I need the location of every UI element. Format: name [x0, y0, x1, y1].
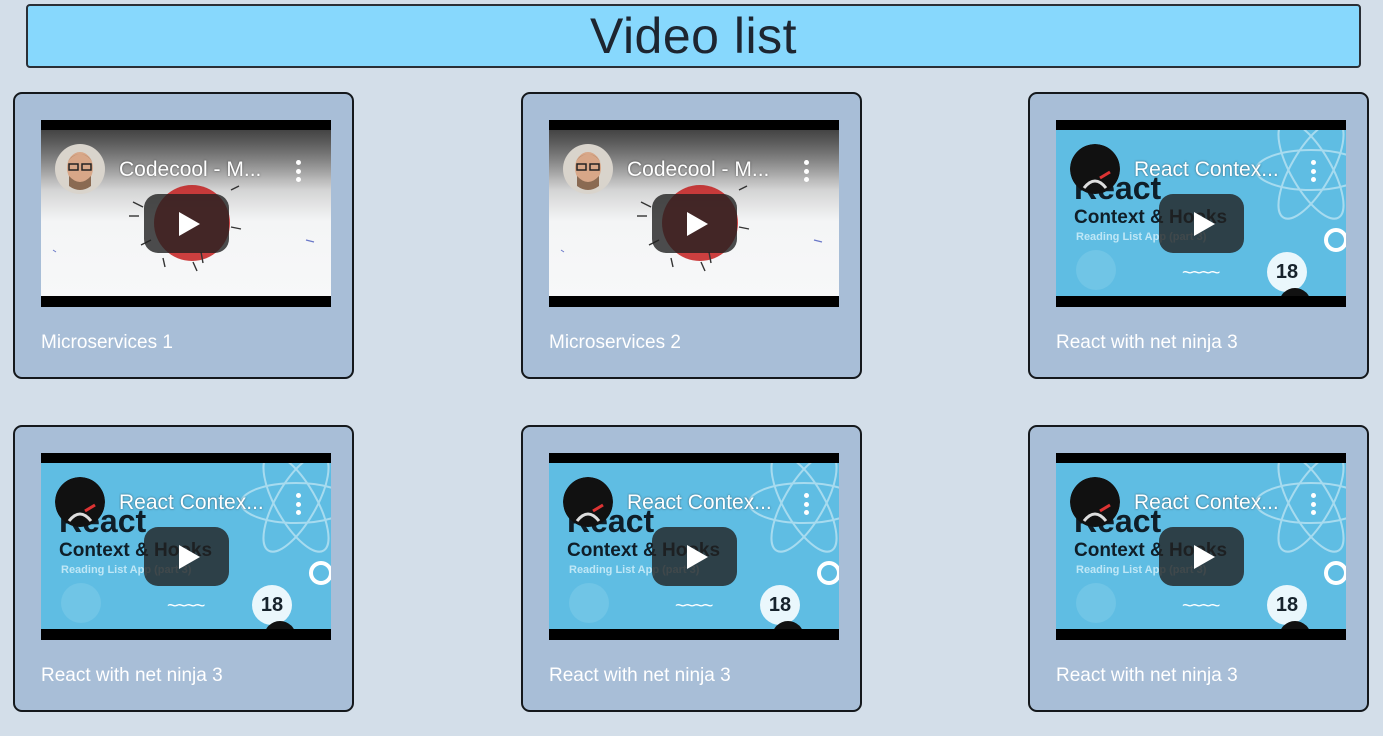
video-player[interactable]: Codecool - M...: [41, 120, 331, 307]
kebab-menu-icon[interactable]: [295, 493, 301, 515]
play-icon: [1193, 211, 1215, 236]
embed-video-title[interactable]: Codecool - M...: [627, 158, 787, 182]
ninja-avatar-icon[interactable]: [563, 477, 613, 527]
kebab-menu-icon[interactable]: [803, 493, 809, 515]
ninja-avatar-icon[interactable]: [55, 477, 105, 527]
embed-video-title[interactable]: React Contex...: [119, 491, 279, 515]
video-label: React with net ninja 3: [1056, 332, 1238, 353]
embed-video-title[interactable]: React Contex...: [1134, 158, 1294, 182]
kebab-menu-icon[interactable]: [803, 160, 809, 182]
video-card: React Context & Hooks Reading List App (…: [13, 425, 354, 712]
wave-decoration: ~~~~: [1182, 263, 1220, 284]
wave-decoration: ~~~~: [1182, 596, 1220, 617]
video-label: React with net ninja 3: [549, 665, 731, 686]
episode-badge: 18: [252, 585, 292, 625]
video-thumbnail[interactable]: Codecool - M...: [41, 130, 331, 296]
video-thumbnail[interactable]: React Context & Hooks Reading List App (…: [41, 463, 331, 629]
video-label: React with net ninja 3: [1056, 665, 1238, 686]
video-thumbnail[interactable]: Codecool - M...: [549, 130, 839, 296]
play-button[interactable]: [652, 194, 737, 253]
episode-badge: 18: [1267, 252, 1307, 292]
play-button[interactable]: [1159, 527, 1244, 586]
play-icon: [178, 544, 200, 569]
episode-badge: 18: [760, 585, 800, 625]
video-player[interactable]: React Context & Hooks Reading List App (…: [1056, 120, 1346, 307]
kebab-menu-icon[interactable]: [295, 160, 301, 182]
ninja-avatar-icon[interactable]: [1070, 144, 1120, 194]
play-button[interactable]: [652, 527, 737, 586]
play-icon: [178, 211, 200, 236]
video-card: React Context & Hooks Reading List App (…: [1028, 92, 1369, 379]
video-player[interactable]: React Context & Hooks Reading List App (…: [1056, 453, 1346, 640]
video-card: Codecool - M... Microservices 2: [521, 92, 862, 379]
video-thumbnail[interactable]: React Context & Hooks Reading List App (…: [1056, 130, 1346, 296]
play-button[interactable]: [144, 527, 229, 586]
play-button[interactable]: [1159, 194, 1244, 253]
video-player[interactable]: Codecool - M...: [549, 120, 839, 307]
video-card: Codecool - M... Microservices 1: [13, 92, 354, 379]
play-icon: [1193, 544, 1215, 569]
embed-video-title[interactable]: React Contex...: [627, 491, 787, 515]
wave-decoration: ~~~~: [167, 596, 205, 617]
avatar-icon[interactable]: [563, 144, 613, 194]
episode-badge: 18: [1267, 585, 1307, 625]
video-card: React Context & Hooks Reading List App (…: [1028, 425, 1369, 712]
kebab-menu-icon[interactable]: [1310, 160, 1316, 182]
page-header: Video list: [26, 4, 1361, 68]
video-player[interactable]: React Context & Hooks Reading List App (…: [41, 453, 331, 640]
play-button[interactable]: [144, 194, 229, 253]
video-label: Microservices 1: [41, 332, 173, 353]
video-card: React Context & Hooks Reading List App (…: [521, 425, 862, 712]
kebab-menu-icon[interactable]: [1310, 493, 1316, 515]
embed-video-title[interactable]: React Contex...: [1134, 491, 1294, 515]
page-title: Video list: [590, 8, 797, 64]
video-thumbnail[interactable]: React Context & Hooks Reading List App (…: [1056, 463, 1346, 629]
ninja-avatar-icon[interactable]: [1070, 477, 1120, 527]
play-icon: [686, 211, 708, 236]
video-label: Microservices 2: [549, 332, 681, 353]
embed-video-title[interactable]: Codecool - M...: [119, 158, 279, 182]
avatar-icon[interactable]: [55, 144, 105, 194]
video-label: React with net ninja 3: [41, 665, 223, 686]
video-thumbnail[interactable]: React Context & Hooks Reading List App (…: [549, 463, 839, 629]
wave-decoration: ~~~~: [675, 596, 713, 617]
play-icon: [686, 544, 708, 569]
video-player[interactable]: React Context & Hooks Reading List App (…: [549, 453, 839, 640]
